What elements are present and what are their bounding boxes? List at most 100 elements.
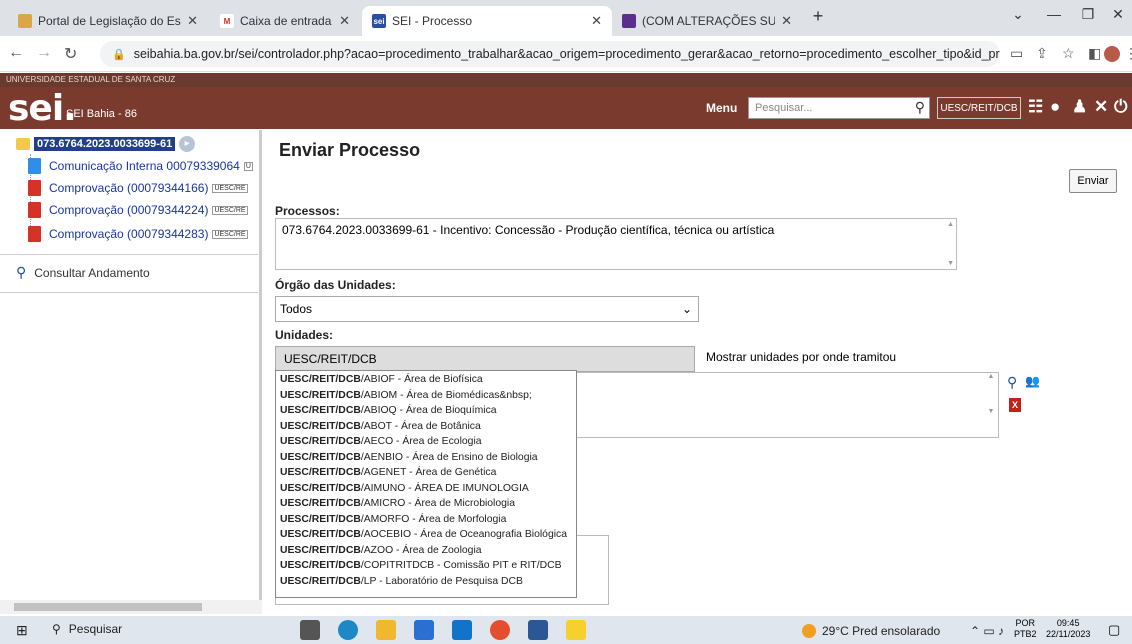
dropdown-option[interactable]: UESC/REIT/DCB/AMICRO - Área de Microbiol… — [276, 496, 576, 512]
process-number[interactable]: 073.6764.2023.0033699-61 — [34, 137, 176, 151]
tree-doc-4[interactable]: Comprovação (00079344283) UESC/RE — [28, 226, 248, 242]
edge-icon[interactable] — [338, 620, 358, 640]
search-input[interactable]: Pesquisar... ⚲ — [748, 97, 930, 119]
user-icon[interactable]: ♟ — [1072, 97, 1087, 117]
group-icon[interactable]: 👥 — [1025, 374, 1040, 388]
windows-taskbar: ⊞ ⚲ Pesquisar 29°C Pred ensolarado ⌃ ▭ ♪… — [0, 616, 1132, 644]
dropdown-option[interactable]: UESC/REIT/DCB/AZOO - Área de Zoologia — [276, 543, 576, 559]
notice-icon[interactable]: ● — [1050, 97, 1060, 117]
lang-code: POR — [1015, 618, 1036, 628]
minimize-icon[interactable]: — — [1036, 6, 1072, 28]
weather-widget[interactable]: 29°C Pred ensolarado — [802, 624, 940, 638]
doc-badge: UESC/RE — [212, 205, 248, 215]
sticky-app-icon[interactable] — [566, 620, 586, 640]
notifications-icon[interactable]: ▢ — [1108, 622, 1120, 638]
mail-icon[interactable] — [452, 620, 472, 640]
taskbar-clock[interactable]: 09:45 22/11/2023 — [1046, 618, 1090, 640]
processos-value: 073.6764.2023.0033699-61 - Incentivo: Co… — [282, 223, 775, 237]
dropdown-option[interactable]: UESC/REIT/DCB/ABIOQ - Área de Bioquímica — [276, 403, 576, 419]
file-explorer-icon[interactable] — [376, 620, 396, 640]
close-tab-icon[interactable]: ✕ — [781, 13, 792, 29]
store-icon[interactable] — [414, 620, 434, 640]
windows-start-icon[interactable]: ⊞ — [16, 622, 28, 639]
search-unit-icon[interactable]: ⚲ — [1007, 374, 1017, 391]
dropdown-option[interactable]: UESC/REIT/DCB/COPITRITDCB - Comissão PIT… — [276, 558, 576, 574]
search-icon[interactable]: ⚲ — [915, 99, 925, 116]
scroll-down-icon[interactable]: ▼ — [947, 260, 954, 267]
tab-search-chevron-icon[interactable]: ⌄ — [1000, 6, 1036, 28]
cast-icon[interactable]: ▭ — [1010, 45, 1023, 62]
chrome-icon[interactable] — [490, 620, 510, 640]
system-tray-icons[interactable]: ⌃ ▭ ♪ — [970, 624, 1004, 638]
browser-tab-3-active[interactable]: sei SEI - Processo ✕ — [362, 6, 612, 36]
taskbar-search[interactable]: ⚲ Pesquisar — [52, 622, 122, 636]
close-tab-icon[interactable]: ✕ — [187, 13, 198, 29]
doc-link[interactable]: Comunicação Interna 00079339064 — [49, 159, 240, 173]
processos-textarea[interactable]: 073.6764.2023.0033699-61 - Incentivo: Co… — [275, 218, 957, 270]
tools-icon[interactable]: ✕ — [1094, 97, 1108, 117]
gmail-icon: M — [220, 14, 234, 28]
forward-icon[interactable]: → — [36, 44, 52, 62]
dropdown-option[interactable]: UESC/REIT/DCB/AIMUNO - ÁREA DE IMUNOLOGI… — [276, 481, 576, 497]
tab-title: (COM ALTERAÇÕES SUGERIDAS — [642, 14, 776, 28]
tree-doc-3[interactable]: Comprovação (00079344224) UESC/RE — [28, 202, 248, 218]
browser-tab-4[interactable]: (COM ALTERAÇÕES SUGERIDAS ✕ — [612, 6, 802, 36]
doc-link[interactable]: Comprovação (00079344166) — [49, 181, 208, 195]
task-view-icon[interactable] — [300, 620, 320, 640]
orgao-select[interactable]: Todos ⌄ — [275, 296, 699, 322]
more-menu-icon[interactable]: ⋮ — [1124, 45, 1132, 62]
profile-avatar-icon[interactable] — [1104, 46, 1120, 62]
unidades-label: Unidades: — [275, 328, 334, 342]
scrollbar-thumb[interactable] — [14, 603, 202, 611]
dropdown-option[interactable]: UESC/REIT/DCB/LP - Laboratório de Pesqui… — [276, 574, 576, 590]
back-icon[interactable]: ← — [8, 44, 24, 62]
dropdown-option[interactable]: UESC/REIT/DCB/AECO - Área de Ecologia — [276, 434, 576, 450]
process-node[interactable]: 073.6764.2023.0033699-61 ▸ — [16, 136, 196, 152]
close-tab-icon[interactable]: ✕ — [339, 13, 350, 29]
url-field[interactable]: 🔒 seibahia.ba.gov.br/sei/controlador.php… — [100, 41, 1000, 67]
sun-icon — [802, 624, 816, 638]
browser-tab-1[interactable]: Portal de Legislação do Estado d ✕ — [8, 6, 208, 36]
browser-tab-2[interactable]: M Caixa de entrada (8) - cbiolog@ ✕ — [210, 6, 360, 36]
remove-unit-icon[interactable]: X — [1009, 398, 1021, 412]
dropdown-option[interactable]: UESC/REIT/DCB/AMORFO - Área de Morfologi… — [276, 512, 576, 528]
dropdown-option[interactable]: UESC/REIT/DCB/AENBIO - Área de Ensino de… — [276, 450, 576, 466]
sidebar-icon[interactable]: ◧ — [1088, 45, 1101, 62]
word-icon[interactable] — [528, 620, 548, 640]
new-tab-icon[interactable]: + — [800, 6, 836, 28]
tab-title: Caixa de entrada (8) - cbiolog@ — [240, 14, 333, 28]
folder-icon — [16, 138, 30, 150]
unidades-input[interactable]: UESC/REIT/DCB — [275, 346, 695, 372]
dropdown-option[interactable]: UESC/REIT/DCB/ABOT - Área de Botânica — [276, 419, 576, 435]
consultar-andamento-link[interactable]: ⚲ Consultar Andamento — [16, 264, 150, 281]
processos-label: Processos: — [275, 204, 340, 218]
close-window-icon[interactable]: ✕ — [1100, 6, 1132, 28]
pdf-icon — [28, 180, 41, 196]
tree-doc-1[interactable]: Comunicação Interna 00079339064 U — [28, 158, 253, 174]
dropdown-option[interactable]: UESC/REIT/DCB/ABIOM - Área de Biomédicas… — [276, 388, 576, 404]
language-indicator[interactable]: POR PTB2 — [1014, 618, 1037, 640]
scroll-up-icon[interactable]: ▲ — [947, 221, 954, 228]
dropdown-option[interactable]: UESC/REIT/DCB/AOCEBIO - Área de Oceanogr… — [276, 527, 576, 543]
dropdown-option[interactable]: UESC/REIT/DCB/ABIOF - Área de Biofísica — [276, 372, 576, 388]
horizontal-scrollbar[interactable] — [0, 600, 262, 614]
address-bar-row: ← → ↻ 🔒 seibahia.ba.gov.br/sei/controlad… — [0, 36, 1132, 72]
bookmark-star-icon[interactable]: ☆ — [1062, 45, 1075, 62]
logout-icon[interactable]: ⏻ — [1114, 97, 1127, 117]
control-panel-icon[interactable]: ☷ — [1028, 97, 1043, 117]
process-arrow-icon[interactable]: ▸ — [179, 136, 196, 152]
send-button[interactable]: Enviar — [1069, 169, 1117, 193]
units-scrollbar[interactable]: ▲ ▼ — [984, 373, 998, 437]
unit-selector-button[interactable]: UESC/REIT/DCB — [937, 97, 1021, 119]
reload-icon[interactable]: ↻ — [64, 44, 77, 64]
menu-button[interactable]: Menu — [706, 101, 737, 115]
mostrar-unidades-link[interactable]: Mostrar unidades por onde tramitou — [706, 350, 896, 364]
doc-badge: UESC/RE — [212, 229, 248, 239]
doc-link[interactable]: Comprovação (00079344224) — [49, 203, 208, 217]
doc-link[interactable]: Comprovação (00079344283) — [49, 227, 208, 241]
tree-doc-2[interactable]: Comprovação (00079344166) UESC/RE — [28, 180, 248, 196]
close-tab-icon[interactable]: ✕ — [591, 13, 602, 29]
dropdown-option[interactable]: UESC/REIT/DCB/AGENET - Área de Genética — [276, 465, 576, 481]
document-icon — [28, 158, 41, 174]
share-icon[interactable]: ⇪ — [1036, 45, 1048, 62]
